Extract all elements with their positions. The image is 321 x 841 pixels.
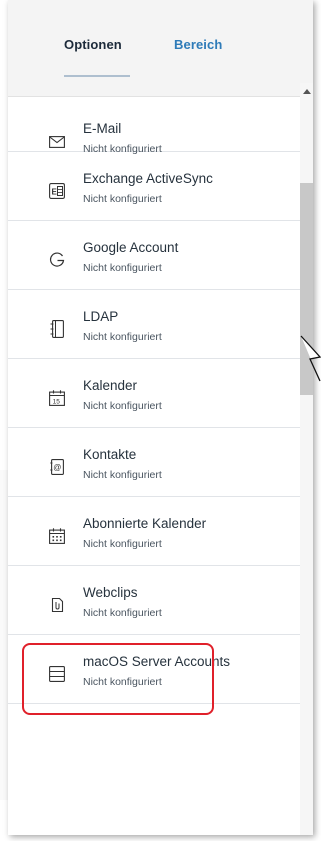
list-item-abonnierte-kalender[interactable]: Abonnierte Kalender Nicht konfiguriert	[8, 497, 300, 566]
svg-text:15: 15	[53, 399, 61, 406]
item-title: Webclips	[83, 585, 138, 600]
item-title: Kalender	[83, 378, 138, 393]
ldap-book-icon	[48, 320, 66, 338]
item-status: Nicht konfiguriert	[83, 538, 162, 550]
payload-options-panel: Optionen Bereich E-Mail Nicht konfigurie…	[8, 0, 313, 835]
tab-bar: Optionen Bereich	[8, 0, 313, 97]
item-title: Abonnierte Kalender	[83, 516, 207, 531]
list-item-macos-server-accounts[interactable]: macOS Server Accounts Nicht konfiguriert	[8, 635, 300, 704]
list-item-ldap[interactable]: LDAP Nicht konfiguriert	[8, 290, 300, 359]
calendar-icon: 15	[48, 389, 66, 407]
list-item-kalender[interactable]: 15 Kalender Nicht konfiguriert	[8, 359, 300, 428]
item-status: Nicht konfiguriert	[83, 331, 162, 343]
item-title: macOS Server Accounts	[83, 654, 231, 669]
item-status: Nicht konfiguriert	[83, 193, 162, 205]
item-status: Nicht konfiguriert	[83, 400, 162, 412]
scroll-up-arrow-icon[interactable]	[303, 89, 311, 94]
item-title: E-Mail	[83, 121, 122, 136]
google-icon	[48, 251, 66, 269]
list-item-google-account[interactable]: Google Account Nicht konfiguriert	[8, 221, 300, 290]
scrollbar[interactable]	[300, 83, 313, 835]
item-status: Nicht konfiguriert	[83, 262, 162, 274]
item-status: Nicht konfiguriert	[83, 469, 162, 481]
item-status: Nicht konfiguriert	[83, 607, 162, 619]
server-icon	[48, 665, 66, 683]
item-title: LDAP	[83, 309, 119, 324]
item-title: Kontakte	[83, 447, 137, 462]
payload-list: E-Mail Nicht konfiguriert E Exchange Act…	[8, 96, 300, 704]
subscribed-calendar-icon	[48, 527, 66, 545]
svg-text:E: E	[52, 188, 58, 197]
list-item-email[interactable]: E-Mail Nicht konfiguriert	[8, 96, 300, 155]
webclip-icon	[48, 596, 66, 614]
list-item-webclips[interactable]: Webclips Nicht konfiguriert	[8, 566, 300, 635]
envelope-icon	[48, 133, 66, 151]
contacts-icon: @	[48, 458, 66, 476]
tab-optionen[interactable]: Optionen	[64, 37, 122, 52]
list-item-exchange-activesync[interactable]: E Exchange ActiveSync Nicht konfiguriert	[8, 152, 300, 221]
mouse-pointer-icon	[300, 335, 321, 382]
item-title: Exchange ActiveSync	[83, 171, 213, 186]
item-title: Google Account	[83, 240, 179, 255]
tab-bereich[interactable]: Bereich	[174, 37, 222, 52]
svg-text:@: @	[53, 463, 61, 472]
active-tab-indicator	[64, 75, 130, 77]
list-item-kontakte[interactable]: @ Kontakte Nicht konfiguriert	[8, 428, 300, 497]
exchange-icon: E	[48, 182, 66, 200]
item-status: Nicht konfiguriert	[83, 676, 162, 688]
